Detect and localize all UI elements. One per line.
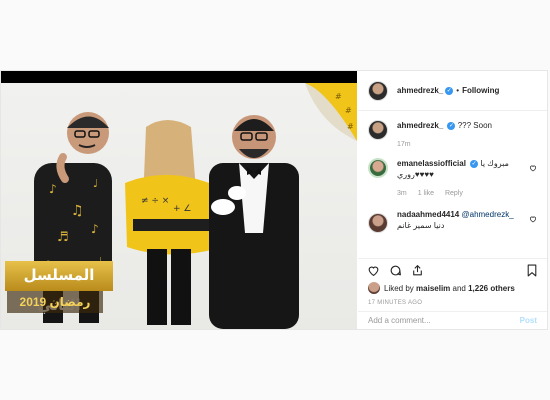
comment-mention[interactable]: @ahmedrezk_ (462, 210, 514, 219)
list-item: nadaahmed4414 @ahmedrezk_ دنيا سمير غانم (358, 209, 547, 233)
verified-badge-icon: ✓ (447, 121, 456, 130)
commenter-avatar[interactable] (368, 158, 388, 178)
liker-avatar[interactable] (368, 282, 380, 294)
likes-summary: Liked by maiselim and 1,226 others (368, 281, 537, 295)
series-subtitle-plate: رمضان 2019 (7, 291, 103, 313)
heart-icon[interactable] (529, 164, 537, 174)
svg-text:+ ∠: + ∠ (173, 204, 191, 214)
series-title-plate: المسلسل الثاني (5, 261, 113, 314)
comment-bubble-icon[interactable] (388, 264, 402, 278)
caption-comment: ahmedrezk_ ✓ ??? Soon 17m (358, 112, 547, 150)
page-curl-graphic: # # # (305, 83, 357, 141)
svg-text:♩: ♩ (93, 177, 98, 190)
verified-badge-icon: ✓ (470, 159, 479, 168)
author-avatar-small[interactable] (368, 120, 388, 140)
list-item: emanelassiofficial ✓ مبروك يا ♥♥♥♥روري 3… (358, 158, 547, 199)
comment-meta: 3m 1 like Reply (397, 188, 515, 199)
bookmark-icon[interactable] (525, 264, 539, 278)
svg-text:♬: ♬ (57, 230, 69, 245)
svg-text:≠ ÷ ×: ≠ ÷ × (141, 196, 169, 206)
svg-text:♪: ♪ (49, 182, 57, 196)
comment-time: 3m (397, 190, 407, 197)
add-comment-bar: Post (358, 311, 547, 329)
header-separator: • (456, 86, 460, 95)
commenter-avatar[interactable] (368, 213, 388, 233)
comment-time: 17m (397, 141, 411, 148)
likes-count[interactable]: 1,226 others (468, 284, 515, 293)
comment-username[interactable]: nadaahmed4414 (397, 210, 459, 219)
comment-text: دنيا سمير غانم (397, 221, 445, 230)
svg-text:#: # (345, 106, 352, 115)
post-side-panel: ahmedrezk_ ✓ • Following ahmedrezk_ ✓ ??… (358, 71, 547, 329)
svg-text:♫: ♫ (71, 203, 84, 219)
verified-badge-icon: ✓ (445, 86, 454, 95)
author-username[interactable]: ahmedrezk_ (397, 86, 443, 95)
add-comment-input[interactable] (368, 316, 520, 325)
heart-icon[interactable] (529, 215, 537, 225)
comment-username[interactable]: emanelassiofficial (397, 159, 466, 168)
following-button[interactable]: Following (462, 86, 499, 95)
svg-text:#: # (335, 92, 342, 101)
instagram-post: ♪ ♫ ♩ ♬ ♪ ♫ ♩ ≠ ÷ × + ∠ (0, 70, 548, 330)
share-icon[interactable] (410, 264, 424, 278)
comment-username[interactable]: ahmedrezk_ (397, 121, 443, 130)
author-avatar[interactable] (368, 80, 388, 101)
action-bar (358, 258, 547, 282)
comment-text: ??? Soon (457, 121, 492, 130)
comment-likes[interactable]: 1 like (418, 190, 434, 197)
post-comment-button[interactable]: Post (520, 316, 537, 325)
post-header: ahmedrezk_ ✓ • Following (358, 71, 547, 111)
comment-meta: 17m (397, 139, 492, 150)
liker-username[interactable]: maiselim (416, 284, 450, 293)
reply-button[interactable]: Reply (445, 190, 463, 197)
likes-prefix: Liked by (384, 283, 414, 293)
likes-and: and (452, 283, 466, 293)
post-photo[interactable]: ♪ ♫ ♩ ♬ ♪ ♫ ♩ ≠ ÷ × + ∠ (1, 71, 357, 329)
svg-text:#: # (347, 122, 354, 131)
photo-canvas: ♪ ♫ ♩ ♬ ♪ ♫ ♩ ≠ ÷ × + ∠ (1, 83, 357, 329)
heart-icon[interactable] (366, 264, 380, 278)
svg-text:♪: ♪ (91, 222, 99, 236)
comments-list[interactable]: ahmedrezk_ ✓ ??? Soon 17m emanelassioffi… (358, 112, 547, 258)
post-timestamp: 17 MINUTES AGO (368, 300, 423, 306)
